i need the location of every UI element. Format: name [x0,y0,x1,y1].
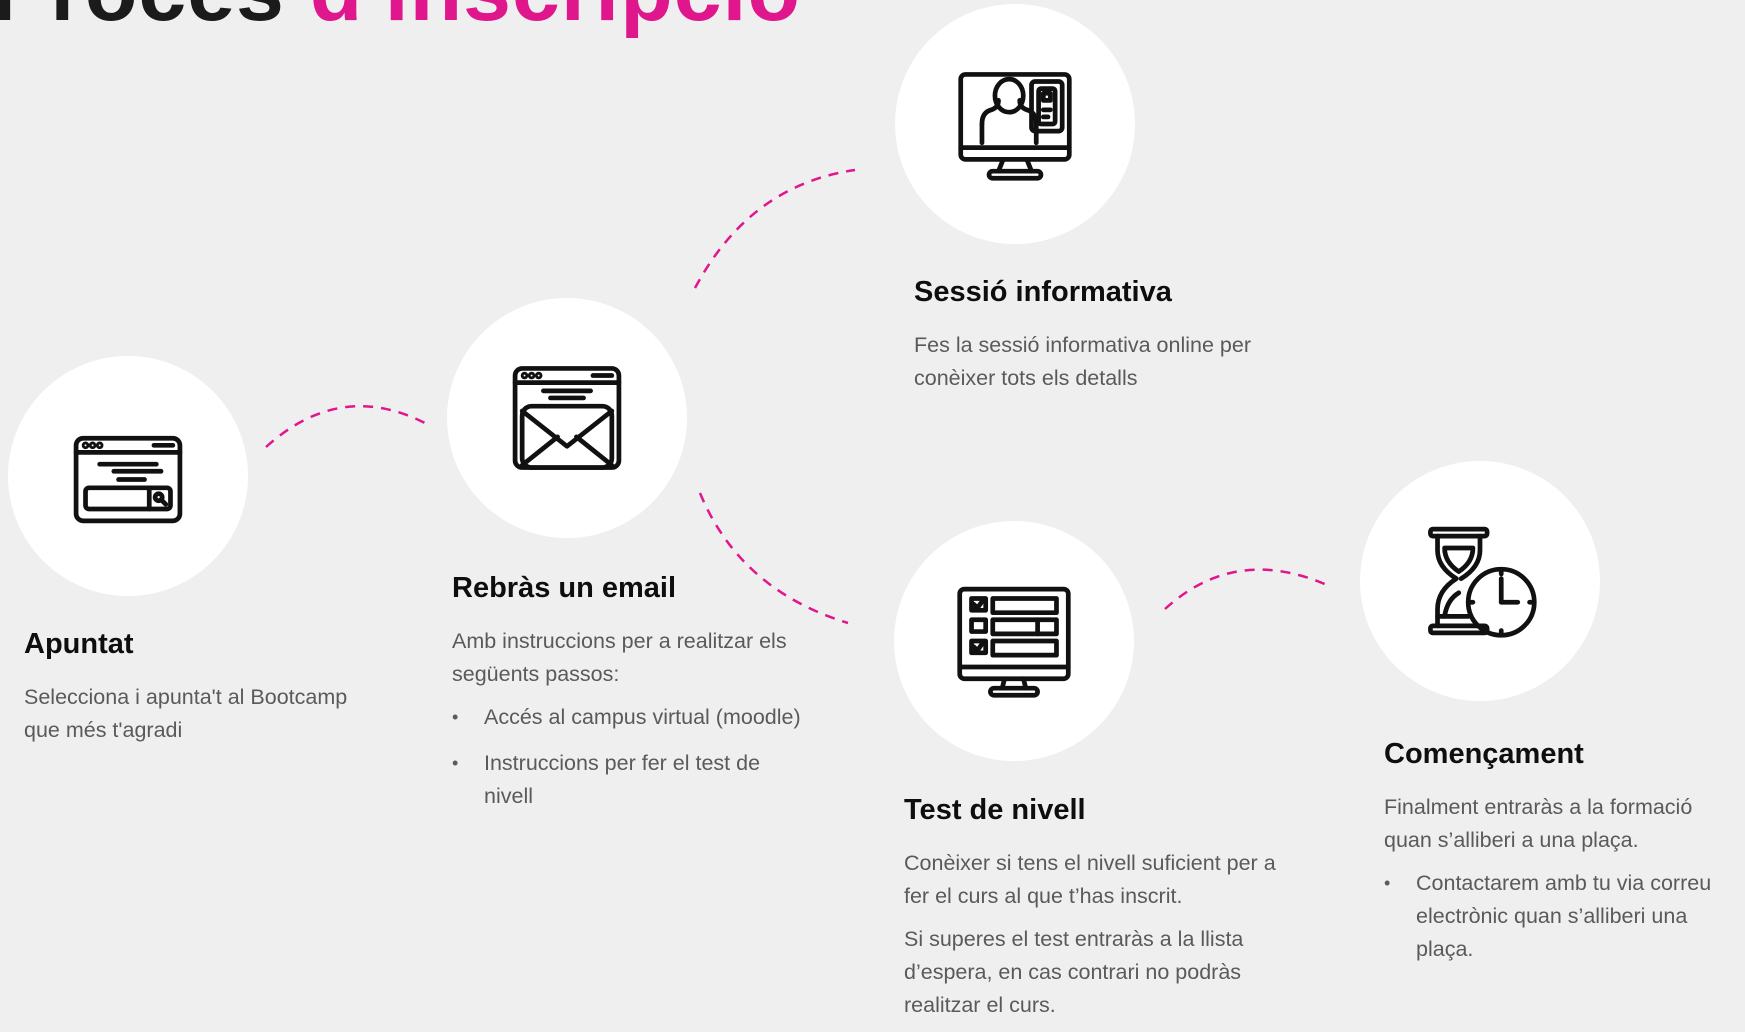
step-title: Començament [1384,738,1584,770]
step-title: Test de nivell [904,794,1086,826]
title-part-1: Procés [0,0,285,39]
step-title: Rebràs un email [452,572,677,604]
step-start: Començament Finalment entraràs a la form… [1384,738,1744,979]
list-item: Instruccions per fer el test de nivell [452,747,812,813]
page-title: Procés d'inscripció [0,0,801,41]
hourglass-clock-icon [1428,526,1537,638]
connector-2 [693,168,856,289]
step-test-circle [894,521,1134,761]
browser-envelope-icon [512,366,622,470]
step-email-circle [447,298,687,538]
step-email: Rebràs un email Amb instruccions per a r… [452,572,812,826]
title-part-2: d'inscripció [310,0,801,39]
monitor-video-call-icon [958,72,1072,181]
connector-4 [1164,568,1328,610]
step-title: Apuntat [24,628,134,660]
step-start-circle [1360,461,1600,701]
step-session: Sessió informativa Fes la sessió informa… [914,276,1294,405]
step-test: Test de nivell Conèixer si tens el nivel… [904,794,1304,1032]
step-description: Amb instruccions per a realitzar els seg… [452,629,787,686]
browser-search-icon [73,435,183,524]
monitor-checklist-icon [957,586,1071,698]
list-item: Accés al campus virtual (moodle) [452,701,812,734]
step-bullet-list: Accés al campus virtual (moodle) Instruc… [452,701,812,813]
step-bullet-list: Contactarem amb tu via correu electrònic… [1384,867,1744,966]
step-description: Selecciona i apunta't al Bootcamp que mé… [24,685,348,742]
step-description: Fes la sessió informativa online per con… [914,333,1251,390]
step-apuntat: Apuntat Selecciona i apunta't al Bootcam… [24,628,384,757]
step-description: Finalment entraràs a la formació quan s’… [1384,795,1693,852]
step-session-circle [895,4,1135,244]
step-description: Conèixer si tens el nivell suficient per… [904,851,1276,908]
connector-1 [265,405,426,448]
list-item: Contactarem amb tu via correu electrònic… [1384,867,1744,966]
step-description-2: Si superes el test entraràs a la llista … [904,927,1244,1017]
step-title: Sessió informativa [914,276,1172,308]
step-apuntat-circle [8,356,248,596]
